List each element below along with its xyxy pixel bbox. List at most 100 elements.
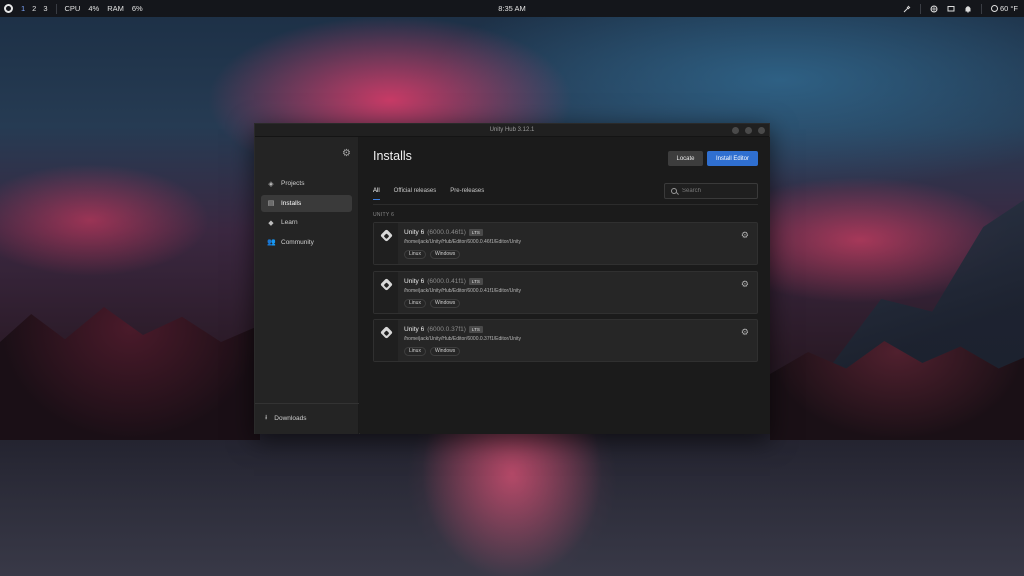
installs-icon: ▤ (267, 200, 275, 207)
install-list: Unity 6 (6000.0.46f1) LTS /home/jack/Uni… (373, 222, 758, 368)
wallpaper-ground (0, 430, 1024, 576)
install-version: (6000.0.41f1) (427, 277, 466, 285)
lts-badge: LTS (468, 277, 483, 285)
card-icon-column (374, 320, 398, 361)
install-name: Unity 6 (404, 229, 425, 236)
sidebar-item-label: Community (281, 238, 314, 246)
platform-tag-windows: Windows (429, 347, 461, 356)
divider (55, 3, 57, 14)
tab-pre-releases[interactable]: Pre-releases (450, 188, 484, 200)
workspace-2[interactable]: 2 (32, 4, 36, 13)
install-settings-gear-icon[interactable]: ⚙ (741, 328, 749, 337)
window-titlebar[interactable]: Unity Hub 3.12.1 (255, 124, 769, 137)
sidebar-item-learn[interactable]: ◆ Learn (261, 214, 352, 231)
platform-tags: Linux Windows (404, 250, 461, 259)
install-name: Unity 6 (404, 326, 425, 333)
sidebar-item-community[interactable]: 👥 Community (261, 234, 352, 251)
clock: 8:35 AM (498, 4, 526, 13)
ram-value: 6% (131, 4, 143, 13)
tab-official-releases[interactable]: Official releases (394, 188, 437, 200)
workspace-switcher: 1 2 3 (21, 4, 48, 13)
downloads-button[interactable]: ⭳ Downloads (265, 413, 306, 424)
version-group-label: UNITY 6 (373, 212, 395, 218)
unity-logo-icon (380, 277, 393, 291)
search-icon (671, 188, 677, 194)
tab-all[interactable]: All (373, 188, 380, 200)
unity-hub-window: Unity Hub 3.12.1 ⚙ ◈ Projects ▤ Installs… (254, 123, 770, 434)
launcher-icon[interactable] (4, 4, 13, 13)
lts-badge: LTS (468, 326, 483, 333)
sidebar-item-label: Learn (281, 219, 298, 226)
workspace-1[interactable]: 1 (21, 4, 25, 13)
install-card[interactable]: Unity 6 (6000.0.37f1) LTS /home/jack/Uni… (373, 319, 758, 362)
card-icon-column (374, 223, 398, 264)
bell-icon[interactable] (964, 5, 972, 13)
card-icon-column (374, 271, 398, 313)
install-settings-gear-icon[interactable]: ⚙ (741, 279, 749, 289)
page-title: Installs (373, 149, 412, 163)
install-path: /home/jack/Unity/Hub/Editor/6000.0.37f1/… (404, 336, 522, 342)
download-icon: ⭳ (265, 414, 268, 421)
wallpaper-river-reflection (300, 430, 724, 576)
close-button[interactable] (758, 127, 765, 134)
wallpaper-mountain (820, 200, 1024, 380)
install-path: /home/jack/Unity/Hub/Editor/6000.0.41f1/… (404, 287, 522, 294)
locate-button[interactable]: Locate (668, 151, 703, 166)
network-icon[interactable] (930, 5, 938, 13)
install-filter-tabs: All Official releases Pre-releases (373, 188, 484, 200)
divider (255, 403, 359, 404)
platform-tag-windows: Windows (429, 250, 461, 259)
sidebar-item-installs[interactable]: ▤ Installs (261, 194, 352, 212)
cube-icon: ◈ (268, 180, 274, 188)
main-content: Installs Locate Install Editor All Offic… (360, 137, 770, 434)
moon-icon (990, 5, 998, 12)
platform-tag-linux: Linux (404, 347, 426, 356)
window-title: Unity Hub 3.12.1 (489, 127, 535, 133)
graduation-cap-icon: ◆ (268, 219, 274, 227)
cpu-value: 4% (88, 4, 100, 13)
install-name: Unity 6 (404, 277, 425, 285)
unity-logo-icon (380, 229, 393, 242)
cpu-label: CPU (64, 4, 81, 13)
search-input[interactable] (682, 188, 752, 194)
install-title: Unity 6 (6000.0.46f1) LTS (404, 229, 483, 236)
divider (919, 3, 921, 14)
sidebar-item-projects[interactable]: ◈ Projects (261, 175, 352, 192)
install-editor-button[interactable]: Install Editor (707, 151, 758, 166)
install-settings-gear-icon[interactable]: ⚙ (741, 231, 749, 240)
lts-badge: LTS (468, 229, 483, 236)
preferences-gear-icon[interactable]: ⚙ (341, 148, 352, 159)
platform-tag-linux: Linux (404, 250, 426, 259)
platform-tags: Linux Windows (404, 347, 461, 356)
sidebar-nav: ◈ Projects ▤ Installs ◆ Learn 👥 Communit… (261, 175, 352, 253)
platform-tags: Linux Windows (404, 298, 461, 308)
workspace-3[interactable]: 3 (43, 4, 47, 13)
sidebar-item-label: Projects (281, 180, 305, 187)
weather-widget[interactable]: 60 °F (990, 4, 1018, 13)
system-top-bar: 1 2 3 CPU 4% RAM 6% 8:35 AM 60 °F (0, 0, 1024, 17)
display-icon[interactable] (947, 5, 955, 13)
wallpaper-trees-right (770, 341, 1024, 440)
install-card[interactable]: Unity 6 (6000.0.46f1) LTS /home/jack/Uni… (373, 222, 758, 265)
install-path: /home/jack/Unity/Hub/Editor/6000.0.46f1/… (404, 239, 522, 245)
install-title: Unity 6 (6000.0.41f1) LTS (404, 277, 483, 285)
install-title: Unity 6 (6000.0.37f1) LTS (404, 326, 483, 333)
sidebar: ⚙ ◈ Projects ▤ Installs ◆ Learn 👥 Commun… (255, 137, 359, 434)
search-box[interactable] (664, 183, 758, 199)
install-card[interactable]: Unity 6 (6000.0.41f1) LTS /home/jack/Uni… (373, 270, 758, 314)
divider (373, 204, 758, 205)
wallpaper-trees-left (0, 307, 260, 440)
maximize-button[interactable] (745, 127, 752, 134)
divider (980, 3, 982, 14)
install-version: (6000.0.46f1) (427, 229, 466, 236)
weather-temperature: 60 °F (999, 4, 1018, 13)
platform-tag-linux: Linux (404, 298, 426, 308)
platform-tag-windows: Windows (429, 298, 461, 308)
downloads-label: Downloads (274, 415, 307, 422)
minimize-button[interactable] (732, 127, 739, 134)
unity-logo-icon (380, 326, 393, 339)
color-picker-icon[interactable] (903, 5, 911, 13)
ram-label: RAM (107, 4, 124, 13)
install-version: (6000.0.37f1) (427, 326, 466, 333)
sidebar-item-label: Installs (281, 199, 302, 207)
